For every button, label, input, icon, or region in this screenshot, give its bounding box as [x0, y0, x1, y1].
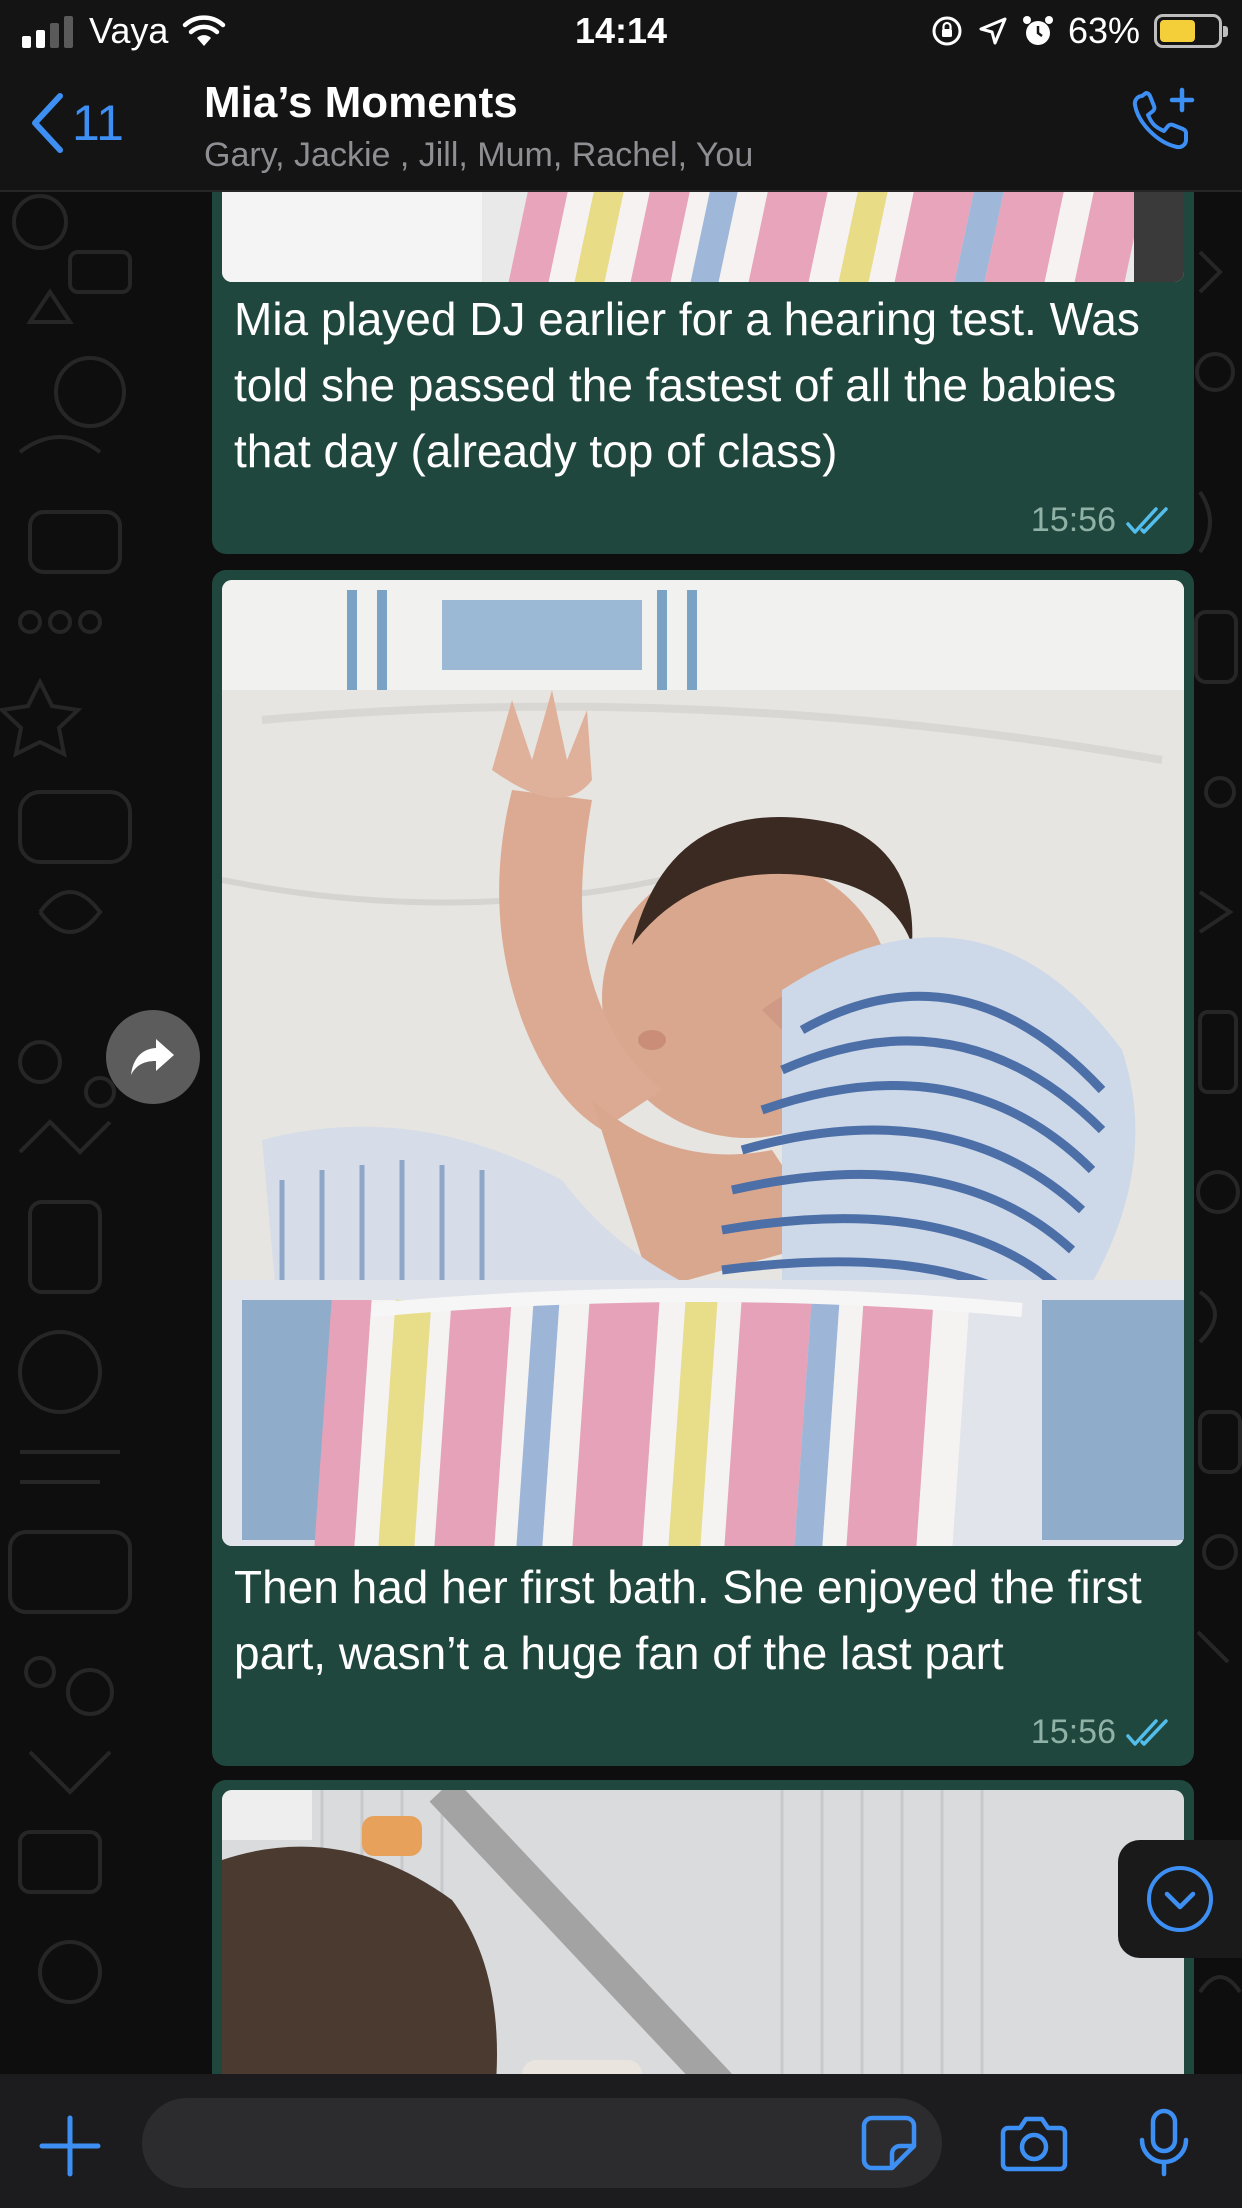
status-bar: Vaya 14:14 63%	[0, 0, 1242, 64]
message-input[interactable]	[142, 2098, 942, 2188]
attach-button[interactable]	[38, 2114, 102, 2183]
plus-icon	[39, 2115, 101, 2177]
message-bubble[interactable]: Mia played DJ earlier for a hearing test…	[212, 192, 1194, 554]
location-icon	[979, 17, 1007, 45]
message-text: Then had her first bath. She enjoyed the…	[234, 1561, 1142, 1679]
forward-button[interactable]	[106, 1010, 200, 1104]
message-bubble[interactable]: Then had her first bath. She enjoyed the…	[212, 570, 1194, 1766]
read-receipt-icon	[1126, 506, 1168, 534]
sticker-button[interactable]	[860, 2114, 918, 2177]
message-meta: 15:56	[1031, 501, 1172, 540]
forward-icon	[131, 1039, 174, 1075]
add-call-button[interactable]	[1128, 86, 1198, 161]
hospital-photo	[222, 1790, 1184, 2074]
read-receipt-icon	[1126, 1718, 1168, 1746]
unread-count: 11	[72, 95, 124, 151]
microphone-icon	[1139, 2108, 1189, 2177]
message-time: 15:56	[1030, 1713, 1116, 1751]
chat-title[interactable]: Mia’s Moments	[204, 78, 518, 128]
chat-members[interactable]: Gary, Jackie , Jill, Mum, Rachel, You	[204, 136, 753, 175]
voice-message-button[interactable]	[1136, 2108, 1192, 2183]
message-photo[interactable]	[222, 192, 1184, 282]
scroll-to-bottom-button[interactable]	[1118, 1840, 1242, 1958]
message-time: 15:56	[1030, 501, 1116, 539]
camera-button[interactable]	[1000, 2114, 1068, 2177]
battery-percent: 63%	[1067, 10, 1140, 51]
baby-photo	[222, 580, 1184, 1546]
chat-header: 11 Mia’s Moments Gary, Jackie , Jill, Mu…	[0, 64, 1242, 192]
alarm-icon	[1022, 16, 1053, 45]
add-call-icon	[1132, 87, 1195, 150]
blanket-photo	[222, 192, 1184, 282]
message-bubble[interactable]	[212, 1780, 1194, 2074]
input-bar	[0, 2074, 1242, 2208]
message-meta: 15:56	[1031, 1713, 1172, 1752]
message-photo[interactable]	[222, 580, 1184, 1546]
orientation-lock-icon	[932, 16, 962, 46]
message-photo[interactable]	[222, 1790, 1184, 2074]
chat-body[interactable]: Mia played DJ earlier for a hearing test…	[0, 192, 1242, 2074]
back-button[interactable]: 11	[30, 92, 124, 154]
sticker-icon	[861, 2115, 917, 2171]
camera-icon	[1000, 2116, 1068, 2172]
battery-fill	[1160, 20, 1196, 42]
battery-icon	[1154, 14, 1228, 48]
chevron-down-circle-icon	[1147, 1866, 1213, 1932]
message-text: Mia played DJ earlier for a hearing test…	[234, 293, 1140, 477]
status-right: 63%	[930, 10, 1228, 52]
chevron-left-icon	[32, 93, 63, 153]
